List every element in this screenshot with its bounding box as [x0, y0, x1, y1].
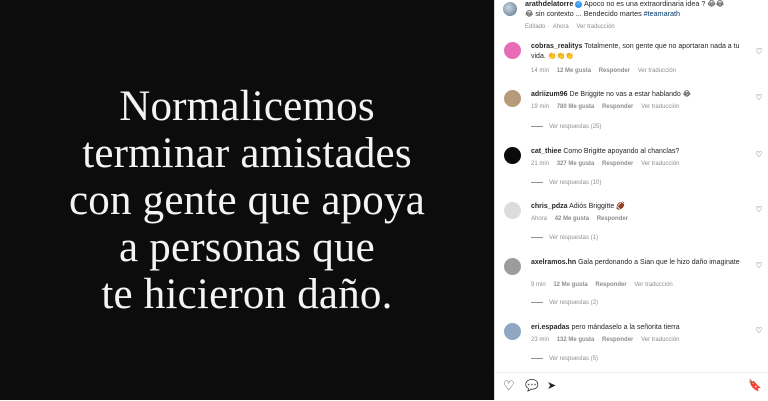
- translate-link[interactable]: Ver traducción: [638, 68, 676, 74]
- caption-text-line-2: 😂 sin contexto ... Bendecido martes: [525, 8, 644, 18]
- reply-button[interactable]: Responder: [602, 337, 633, 343]
- like-comment-heart-icon[interactable]: ♡: [755, 151, 763, 159]
- post-image-line: con gente que apoya: [68, 176, 425, 224]
- caption-username[interactable]: arathdelatorre: [525, 0, 573, 8]
- comments-panel: arathdelatorre ✓ Apoco no es una extraor…: [494, 0, 768, 400]
- edited-label: Editado: [525, 24, 546, 30]
- reply-button[interactable]: Responder: [602, 161, 633, 167]
- post-action-bar: ♡ 💬 ➤ 🔖: [495, 372, 768, 401]
- share-icon[interactable]: ➤: [547, 379, 556, 393]
- comment-text: Como Brigitte apoyando al chanclas?: [563, 148, 680, 155]
- avatar[interactable]: [504, 147, 521, 164]
- reply-button[interactable]: Responder: [595, 282, 626, 288]
- comment-likes[interactable]: 132 Me gusta: [557, 337, 595, 343]
- post-image-line: terminar amistades: [82, 129, 412, 177]
- save-icon[interactable]: 🔖: [748, 379, 762, 393]
- comment-text: De Briggite no vas a estar hablando 😂: [569, 91, 691, 98]
- comment-body: cobras_realitys Totalmente, son gente qu…: [531, 42, 749, 61]
- comment-body: cat_thiee Como Brigitte apoyando al chan…: [531, 147, 749, 157]
- comment-meta: 23 min 132 Me gusta Responder Ver traduc…: [531, 337, 685, 343]
- avatar[interactable]: [504, 42, 521, 59]
- caption-text: arathdelatorre ✓ Apoco no es una extraor…: [525, 0, 765, 18]
- comment-body: adriizum96 De Briggite no vas a estar ha…: [531, 90, 749, 100]
- translate-link[interactable]: Ver traducción: [641, 161, 679, 167]
- avatar[interactable]: [504, 202, 521, 219]
- comment-username[interactable]: cat_thiee: [531, 148, 561, 155]
- comment-meta: 21 min 327 Me gusta Responder Ver traduc…: [531, 161, 685, 167]
- replies-divider: [531, 301, 543, 303]
- replies-divider: [531, 181, 543, 183]
- comment-username[interactable]: adriizum96: [531, 91, 568, 98]
- comment-likes[interactable]: 12 Me gusta: [553, 282, 587, 288]
- view-replies-button[interactable]: Ver respuestas (10): [531, 180, 601, 186]
- post-caption: arathdelatorre ✓ Apoco no es una extraor…: [495, 0, 768, 34]
- comment-time: 9 min: [531, 282, 546, 288]
- view-replies-button[interactable]: Ver respuestas (25): [531, 124, 601, 130]
- comment-body: chris_pdza Adiós Briggitte 🏈: [531, 202, 749, 212]
- replies-label: Ver respuestas (5): [549, 356, 599, 362]
- comment-meta: 19 min 780 Me gusta Responder Ver traduc…: [531, 104, 685, 110]
- view-replies-button[interactable]: Ver respuestas (5): [531, 356, 598, 362]
- post-image-line: te hicieron daño.: [101, 270, 393, 318]
- comment-time: 14 min: [531, 68, 550, 74]
- comment-text: Adiós Briggitte 🏈: [569, 203, 625, 210]
- post-image-line: Normalicemos: [119, 82, 375, 130]
- comment-text: Gala perdonando a Sian que le hizo daño …: [578, 259, 740, 266]
- translate-link[interactable]: Ver traducción: [576, 24, 614, 30]
- comment-likes[interactable]: 42 Me gusta: [555, 216, 589, 222]
- avatar[interactable]: [504, 90, 521, 107]
- comment-icon[interactable]: 💬: [525, 379, 539, 393]
- comment-likes[interactable]: 780 Me gusta: [557, 104, 595, 110]
- replies-label: Ver respuestas (1): [549, 235, 599, 241]
- avatar[interactable]: [504, 323, 521, 340]
- post-image[interactable]: Normalicemos terminar amistades con gent…: [0, 0, 494, 400]
- view-replies-button[interactable]: Ver respuestas (1): [531, 235, 598, 241]
- replies-divider: [531, 236, 543, 238]
- reply-button[interactable]: Responder: [599, 68, 630, 74]
- reply-button[interactable]: Responder: [602, 104, 633, 110]
- replies-divider: [531, 357, 543, 359]
- comment-time: 23 min: [531, 337, 550, 343]
- post-image-text: Normalicemos terminar amistades con gent…: [69, 83, 425, 318]
- comment-likes[interactable]: 12 Me gusta: [557, 68, 591, 74]
- comment-time: 19 min: [531, 104, 550, 110]
- post-image-line: a personas que: [119, 223, 375, 271]
- comment-time: Ahora: [531, 216, 548, 222]
- translate-link[interactable]: Ver traducción: [641, 337, 679, 343]
- like-comment-heart-icon[interactable]: ♡: [755, 262, 763, 270]
- comment-meta: 14 min 12 Me gusta Responder Ver traducc…: [531, 68, 682, 74]
- translate-link[interactable]: Ver traducción: [641, 104, 679, 110]
- like-comment-heart-icon[interactable]: ♡: [755, 48, 763, 56]
- comment-meta: Ahora 42 Me gusta Responder: [531, 216, 634, 222]
- reply-button[interactable]: Responder: [597, 216, 628, 222]
- comment-username[interactable]: eri.espadas: [531, 324, 570, 331]
- view-replies-button[interactable]: Ver respuestas (2): [531, 300, 598, 306]
- hashtag-link[interactable]: #teamarath: [644, 9, 680, 18]
- instagram-post-view: Normalicemos terminar amistades con gent…: [0, 0, 768, 400]
- caption-time: Ahora: [552, 24, 569, 30]
- like-comment-heart-icon[interactable]: ♡: [755, 206, 763, 214]
- avatar[interactable]: [504, 258, 521, 275]
- comment-username[interactable]: axelramos.hn: [531, 259, 576, 266]
- translate-link[interactable]: Ver traducción: [634, 282, 672, 288]
- comment-meta: 9 min 12 Me gusta Responder Ver traducci…: [531, 282, 679, 288]
- avatar[interactable]: [503, 2, 517, 16]
- comment-body: axelramos.hn Gala perdonando a Sian que …: [531, 258, 749, 268]
- comment-username[interactable]: chris_pdza: [531, 203, 568, 210]
- like-comment-heart-icon[interactable]: ♡: [755, 94, 763, 102]
- caption-text-line-1: Apoco no es una extraordinaria idea ? 😂😂: [582, 0, 725, 8]
- comment-username[interactable]: cobras_realitys: [531, 43, 582, 50]
- replies-divider: [531, 125, 543, 127]
- comment-likes[interactable]: 327 Me gusta: [557, 161, 595, 167]
- comment-time: 21 min: [531, 161, 550, 167]
- caption-meta: Editado · Ahora Ver traducción: [525, 24, 615, 30]
- replies-label: Ver respuestas (25): [549, 124, 602, 130]
- comment-body: eri.espadas pero mándaselo a la señorita…: [531, 323, 749, 333]
- like-comment-heart-icon[interactable]: ♡: [755, 327, 763, 335]
- like-icon[interactable]: ♡: [503, 379, 515, 393]
- replies-label: Ver respuestas (10): [549, 180, 602, 186]
- replies-label: Ver respuestas (2): [549, 300, 599, 306]
- comment-text: pero mándaselo a la señorita tierra: [571, 324, 680, 331]
